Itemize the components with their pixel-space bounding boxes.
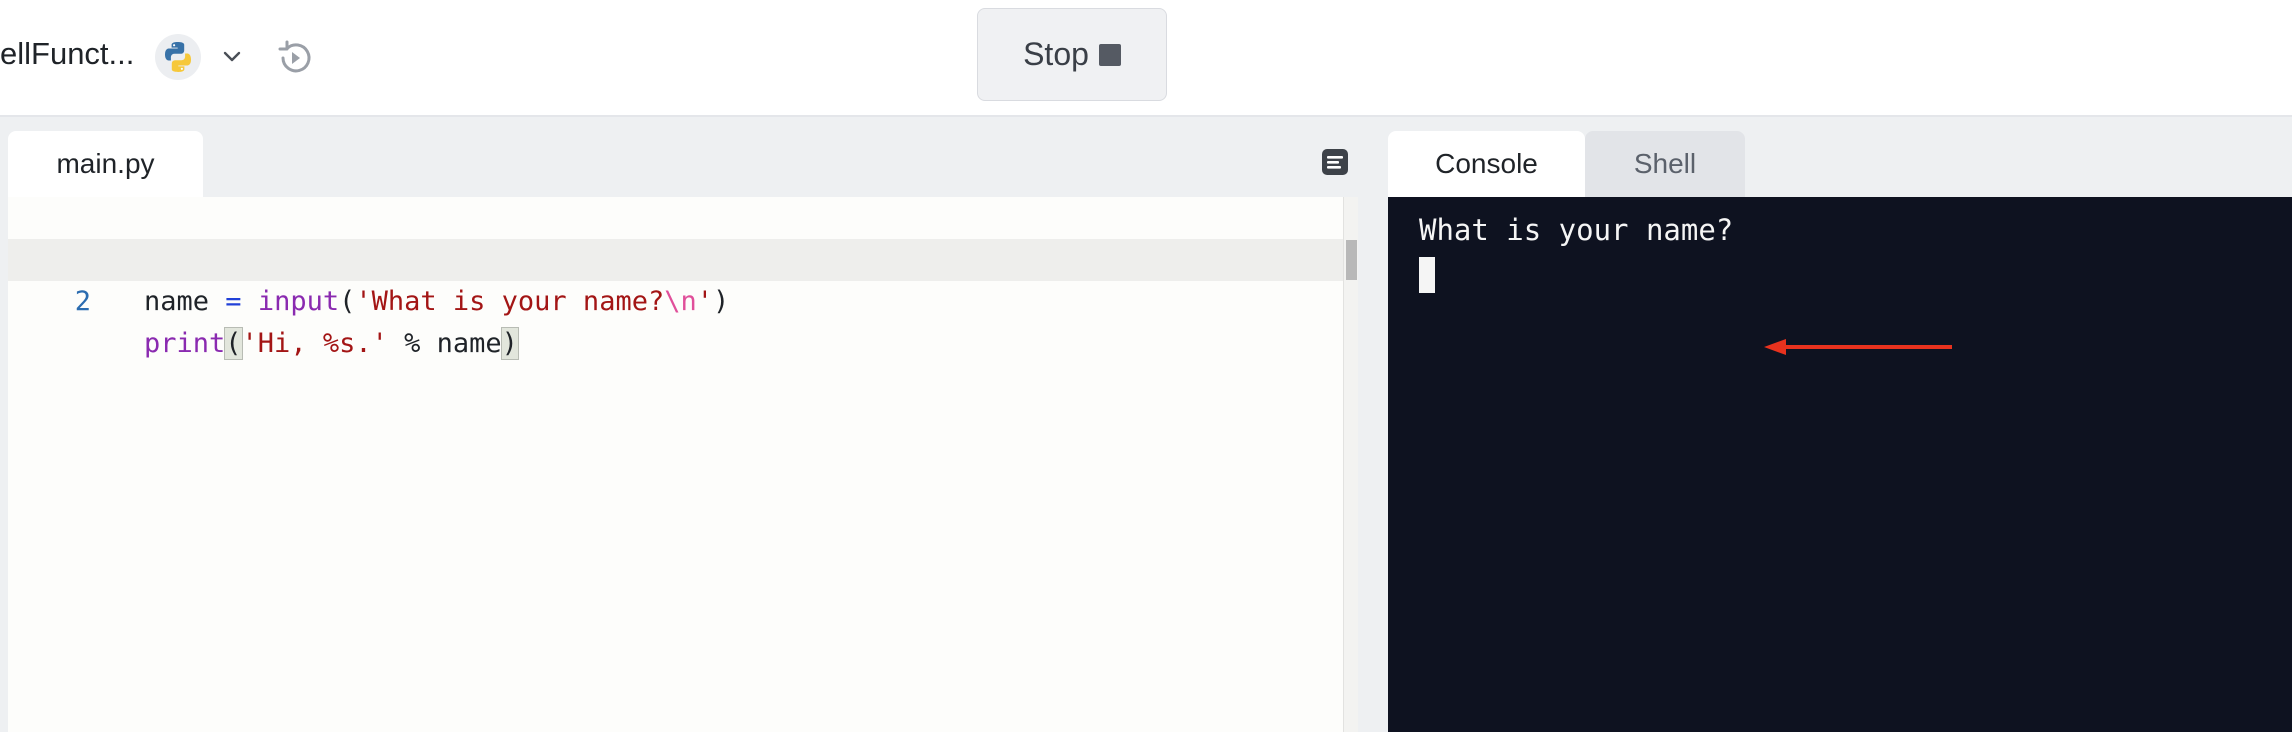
chevron-down-icon[interactable] <box>218 42 246 70</box>
editor-scrollbar[interactable] <box>1343 197 1358 732</box>
code-token: = <box>225 286 242 317</box>
repl-title[interactable]: ellFunct... <box>0 36 134 72</box>
code-token: 'Hi, %s.' <box>241 328 388 359</box>
stop-button-label: Stop <box>1023 36 1089 72</box>
code-token: \n <box>664 286 697 317</box>
code-token: ( <box>339 286 356 317</box>
code-token: % name <box>387 328 502 359</box>
annotation-arrow-icon <box>1764 339 1952 355</box>
text-cursor <box>1419 257 1435 293</box>
matched-bracket: ( <box>224 327 243 360</box>
code-token: ) <box>713 286 730 317</box>
history-icon[interactable] <box>273 36 317 80</box>
top-bar: ellFunct... Stop <box>0 0 2292 117</box>
workspace: main.py 1 name = input('What is your nam… <box>0 117 2292 732</box>
stop-button[interactable]: Stop <box>977 8 1167 101</box>
code-token: input <box>257 286 340 317</box>
tab-console[interactable]: Console <box>1388 131 1585 197</box>
code-token: 'What is your name? <box>355 286 665 317</box>
console-output[interactable]: What is your name? <box>1388 197 2292 732</box>
scrollbar-thumb[interactable] <box>1346 240 1357 280</box>
console-output-line: What is your name? <box>1419 213 1734 247</box>
python-logo-icon[interactable] <box>155 34 201 80</box>
code-editor[interactable]: 1 name = input('What is your name?\n') 2… <box>8 197 1343 732</box>
stop-square-icon <box>1098 43 1121 66</box>
code-text: print('Hi, %s.' % name) <box>144 323 519 365</box>
tab-shell[interactable]: Shell <box>1585 131 1745 197</box>
matched-bracket: ) <box>500 327 519 360</box>
code-token: print <box>144 328 226 359</box>
line-number: 2 <box>74 286 91 317</box>
code-token: ' <box>696 286 713 317</box>
tab-main-py[interactable]: main.py <box>8 131 203 197</box>
minimap-toggle-icon[interactable] <box>1318 145 1352 179</box>
editor-pane: main.py 1 name = input('What is your nam… <box>8 131 1370 732</box>
code-line-active: 2 print('Hi, %s.' % name) <box>8 239 1343 360</box>
editor-tab-bar: main.py <box>8 131 1370 197</box>
code-token: name <box>144 286 226 317</box>
console-pane: Console Shell What is your name? <box>1388 131 2292 732</box>
code-text: name = input('What is your name?\n') <box>144 281 729 323</box>
code-line: 1 name = input('What is your name?\n') <box>8 197 1343 317</box>
